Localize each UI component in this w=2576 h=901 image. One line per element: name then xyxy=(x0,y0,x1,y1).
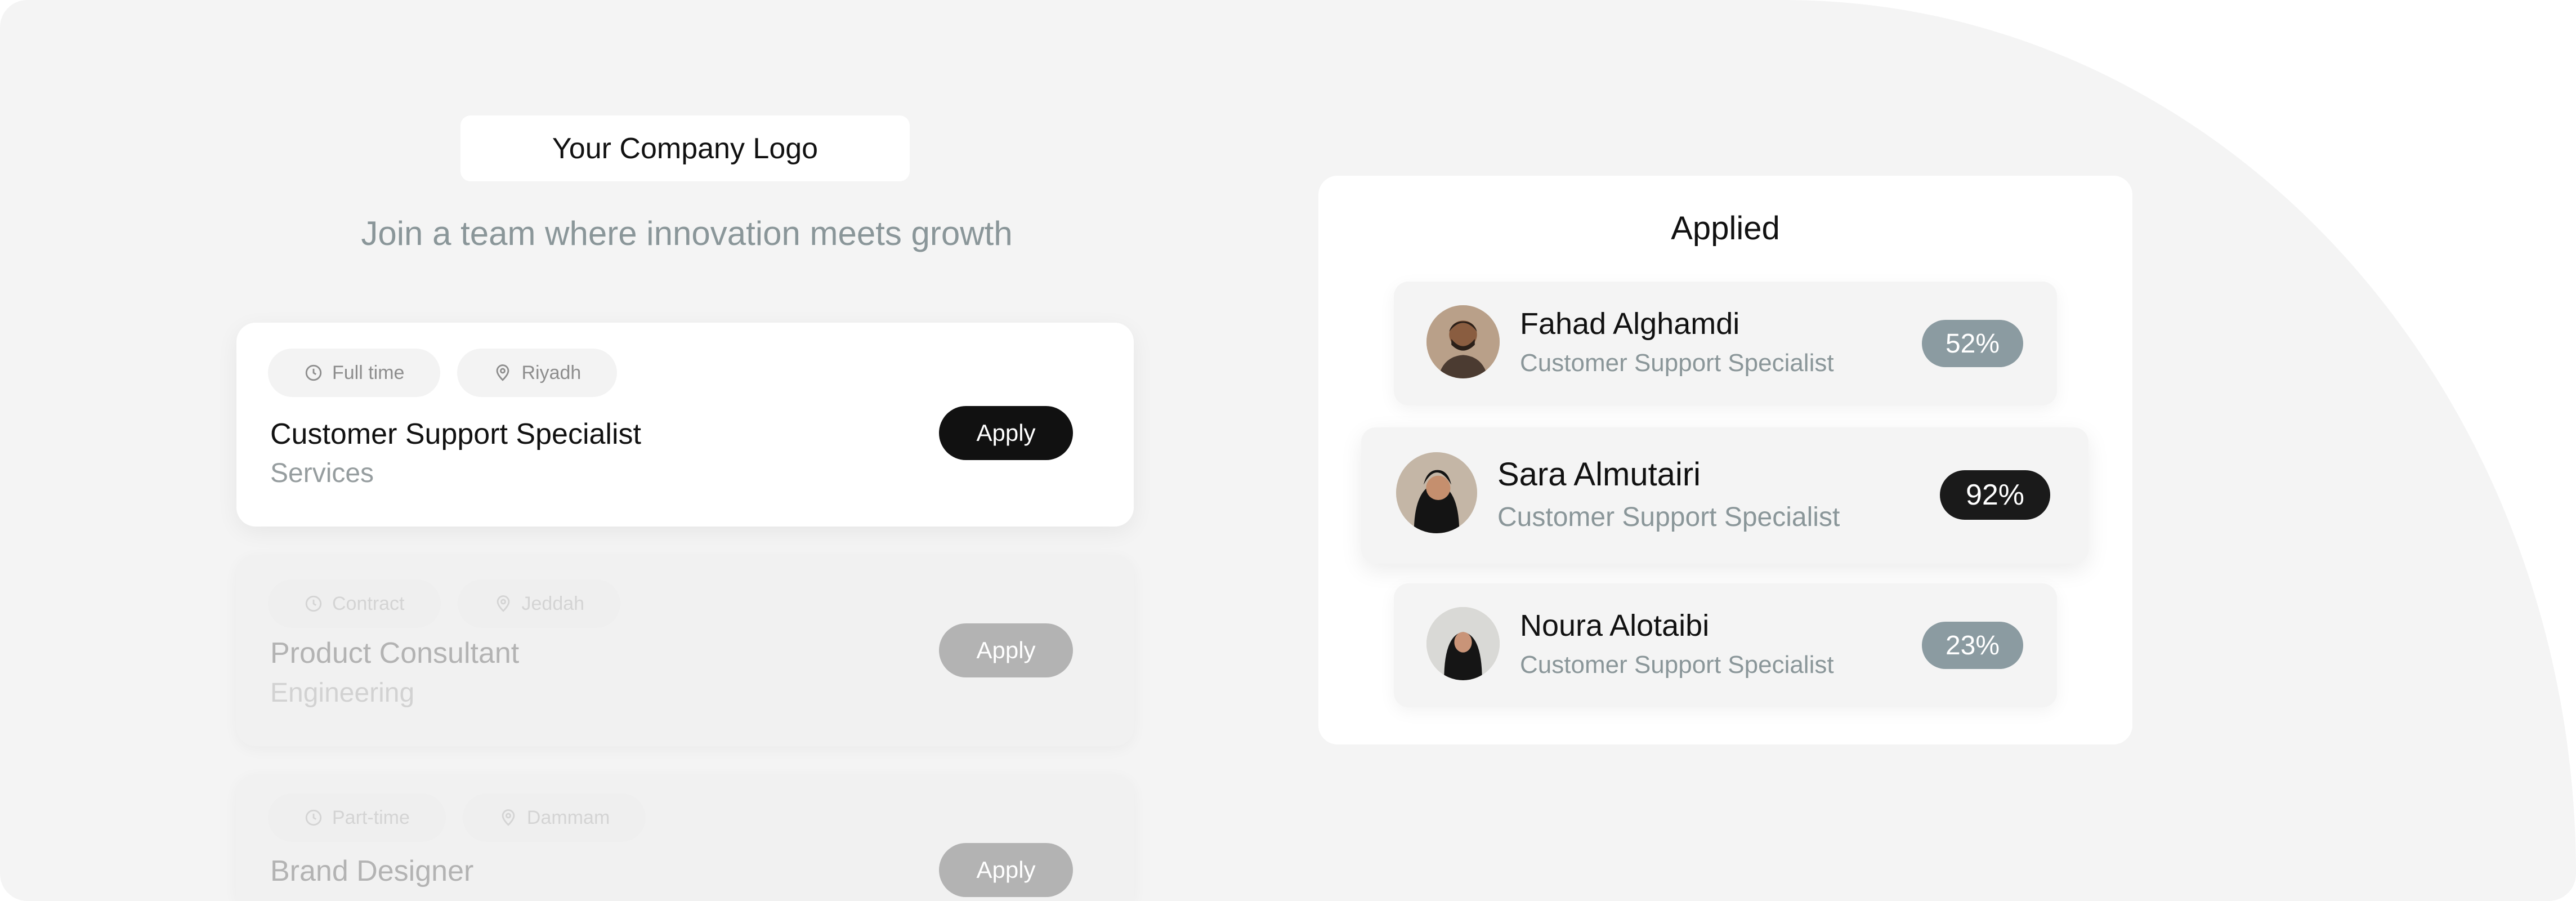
job-type-label: Contract xyxy=(332,592,405,614)
candidate-card[interactable]: Noura Alotaibi Customer Support Speciali… xyxy=(1394,583,2057,707)
clock-icon xyxy=(305,595,322,612)
location-label: Riyadh xyxy=(521,362,582,383)
apply-button[interactable]: Apply xyxy=(939,406,1073,460)
job-title: Product Consultant xyxy=(270,637,520,670)
map-pin-icon xyxy=(497,364,509,381)
job-card[interactable]: Full time Riyadh Customer Support Specia… xyxy=(236,323,1134,527)
apply-button[interactable]: Apply xyxy=(939,623,1073,677)
candidate-role: Customer Support Specialist xyxy=(1520,349,1834,377)
job-card[interactable]: Part-time Dammam Brand Designer Apply xyxy=(236,774,1134,901)
job-type-label: Part-time xyxy=(332,806,410,828)
avatar xyxy=(1426,607,1500,680)
job-department: Services xyxy=(270,458,374,488)
job-title: Customer Support Specialist xyxy=(270,418,641,450)
logo-text: Your Company Logo xyxy=(552,132,819,165)
location-chip: Jeddah xyxy=(457,579,621,628)
clock-icon xyxy=(305,809,322,826)
location-chip: Dammam xyxy=(462,793,646,842)
panel-title: Applied xyxy=(1671,210,1780,247)
candidate-name: Noura Alotaibi xyxy=(1520,609,1710,643)
candidate-card[interactable]: Sara Almutairi Customer Support Speciali… xyxy=(1361,427,2088,564)
clock-icon xyxy=(305,364,322,381)
match-badge: 23% xyxy=(1922,622,2023,669)
map-pin-icon xyxy=(497,595,509,612)
job-type-chip: Full time xyxy=(268,349,441,397)
job-department: Engineering xyxy=(270,678,415,708)
avatar xyxy=(1396,452,1477,533)
company-logo: Your Company Logo xyxy=(460,115,910,181)
tagline: Join a team where innovation meets growt… xyxy=(361,215,1013,252)
applied-panel: Applied Fahad Alghamdi Customer Support … xyxy=(1318,176,2132,744)
job-type-chip: Contract xyxy=(268,579,441,628)
candidate-name: Sara Almutairi xyxy=(1497,456,1701,493)
job-title: Brand Designer xyxy=(270,855,474,887)
location-label: Jeddah xyxy=(521,592,585,614)
avatar xyxy=(1426,305,1500,378)
location-label: Dammam xyxy=(526,806,610,828)
match-badge: 92% xyxy=(1940,470,2050,520)
location-chip: Riyadh xyxy=(457,349,618,397)
job-type-label: Full time xyxy=(332,362,405,383)
map-pin-icon xyxy=(502,809,515,826)
apply-button[interactable]: Apply xyxy=(939,843,1073,897)
job-card[interactable]: Contract Jeddah Product Consultant Engin… xyxy=(236,555,1134,746)
candidate-role: Customer Support Specialist xyxy=(1520,651,1834,679)
match-badge: 52% xyxy=(1922,320,2023,367)
candidate-role: Customer Support Specialist xyxy=(1497,502,1840,532)
job-type-chip: Part-time xyxy=(268,793,446,842)
candidate-card[interactable]: Fahad Alghamdi Customer Support Speciali… xyxy=(1394,282,2057,405)
candidate-name: Fahad Alghamdi xyxy=(1520,307,1740,341)
